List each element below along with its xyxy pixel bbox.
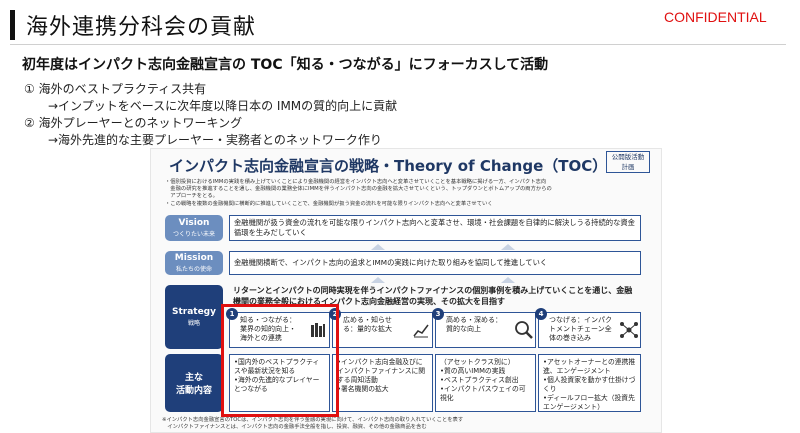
toc-badge: 公開版活動 計画	[606, 151, 650, 173]
activities-label: 主な 活動内容	[165, 354, 223, 412]
title-divider	[10, 44, 786, 45]
pillar-3-text: 高める・深める：質的な向上	[446, 316, 502, 333]
mission-label: Mission 私たちの使命	[165, 251, 223, 275]
activity-3: （アセットクラス別に） •質の高いIMMの実践 •ベストプラクティス創出 •イン…	[435, 354, 536, 412]
page-title: 海外連携分科会の貢献	[26, 15, 257, 40]
point-1-detail: →インプットをベースに次年度以降日本の IMMの質的向上に貢献	[48, 99, 398, 113]
strategy-label: Strategy 戦略	[165, 285, 223, 349]
network-icon	[620, 322, 638, 338]
vision-label: Vision つくりたい未来	[165, 215, 223, 241]
activities-sublabel-text: 活動内容	[175, 386, 212, 396]
toc-note-4: ・この戦略を複数の金融機関に横断的に推進していくことで、金融機関が扱う資金の流れ…	[165, 201, 493, 207]
toc-note-3: アプローチをとる。	[165, 193, 218, 199]
vision-sublabel-text: つくりたい未来	[172, 231, 215, 238]
activities-label-text: 主な	[184, 373, 203, 383]
activity-2: •インパクト志向金融及びにインパクトファイナンスに関する周知活動 •署名機関の拡…	[332, 354, 433, 412]
vision-label-text: Vision	[178, 218, 210, 228]
mission-box: 金融機関横断で、インパクト志向の追求とIMMの実践に向けた取り組みを協同して推進…	[229, 251, 641, 275]
toc-note-2: 金融の研究を推進することを通し、金融機関の業務全体にIMMを伴うインパクト志向の…	[165, 186, 552, 192]
highlight-frame	[221, 304, 339, 417]
pillar-3: 3 高める・深める：質的な向上	[432, 308, 536, 348]
vision-arrow-up-icon	[371, 244, 385, 250]
strategy-label-text: Strategy	[171, 307, 216, 317]
toc-badge-line-1: 公開版活動	[611, 153, 645, 161]
activity-4: •アセットオーナーとの連携推進、エンゲージメント •個人投資家を動かす仕掛けづく…	[538, 354, 641, 412]
mission-sublabel-text: 私たちの使命	[175, 266, 212, 273]
toc-badge-line-2: 計画	[621, 163, 635, 171]
mission-label-text: Mission	[174, 253, 214, 263]
title-accent-bar	[10, 10, 15, 40]
confidential-label: CONFIDENTIAL	[664, 9, 767, 25]
strategy-sublabel-text: 戦略	[187, 320, 200, 327]
point-1-label: ① 海外のベストプラクティス共有	[24, 82, 207, 96]
point-2-label: ② 海外プレーヤーとのネットワーキング	[24, 116, 243, 130]
pillar-4-text: つなげる：インパクトメントチェーン全体の巻き込み	[549, 316, 612, 342]
pillar-2: 2 広める・知らせる：量的な拡大	[329, 308, 433, 348]
page-subtitle: 初年度はインパクト志向金融宣言の TOC「知る・つながる」にフォーカスして活動	[22, 57, 549, 73]
toc-title: インパクト志向金融宣言の戦略・Theory of Change（TOC）	[169, 157, 608, 175]
pillar-2-text: 広める・知らせる：量的な拡大	[343, 316, 392, 333]
toc-note-1: ・個別投資におけるIMMの実践を積み上げていくことにより金融機関の経営をインパク…	[165, 179, 547, 185]
pillar-4: 4 つなげる：インパクトメントチェーン全体の巻き込み	[535, 308, 641, 348]
pillar-4-number: 4	[535, 308, 547, 320]
vision-arrow-up-icon	[501, 244, 515, 250]
pillar-3-number: 3	[432, 308, 444, 320]
toc-footnote-2: インパクトファイナンスとは、インパクト志向の金融手法全般を指し、投資、融資、その…	[162, 424, 427, 430]
magnifier-icon	[515, 321, 533, 339]
vision-box: 金融機関が扱う資金の流れを可能な限りインパクト志向へと変革させ、環境・社会課題を…	[229, 215, 641, 241]
point-2-detail: →海外先進的な主要プレーヤー・実務者とのネットワーク作り	[48, 133, 382, 147]
growth-chart-icon	[413, 324, 429, 338]
